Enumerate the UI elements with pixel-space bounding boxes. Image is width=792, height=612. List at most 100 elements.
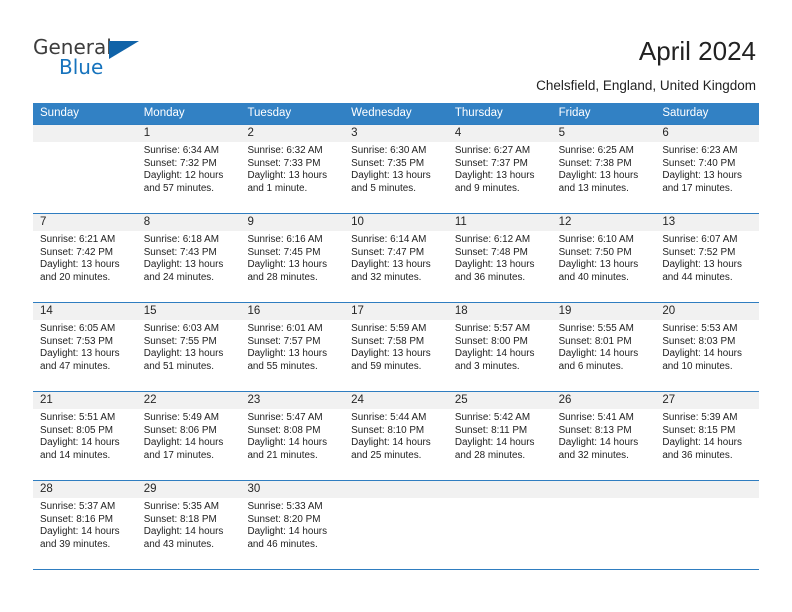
- weekday-header-monday: Monday: [143, 107, 185, 119]
- day-cell[interactable]: 17 Sunrise: 5:59 AM Sunset: 7:58 PM Dayl…: [344, 303, 448, 391]
- daylight-text: Daylight: 14 hours and 10 minutes.: [662, 348, 742, 372]
- logo-triangle-icon: [109, 41, 139, 59]
- day-cell[interactable]: 18 Sunrise: 5:57 AM Sunset: 8:00 PM Dayl…: [447, 303, 552, 391]
- day-number: 18: [447, 303, 552, 320]
- day-number: 28: [33, 481, 137, 498]
- day-cell[interactable]: 8 Sunrise: 6:18 AM Sunset: 7:43 PM Dayli…: [136, 214, 241, 302]
- day-number: 17: [344, 303, 448, 320]
- day-number: 25: [447, 392, 552, 409]
- sunset-text: Sunset: 8:10 PM: [351, 424, 425, 436]
- daylight-text: Daylight: 14 hours and 43 minutes.: [143, 526, 224, 550]
- day-number: [447, 481, 552, 498]
- day-cell[interactable]: 4 Sunrise: 6:27 AM Sunset: 7:37 PM Dayli…: [447, 125, 552, 213]
- day-cell[interactable]: [655, 481, 760, 569]
- day-cell[interactable]: 10 Sunrise: 6:14 AM Sunset: 7:47 PM Dayl…: [344, 214, 448, 302]
- sunrise-text: Sunrise: 6:14 AM: [351, 234, 427, 245]
- day-cell[interactable]: 9 Sunrise: 6:16 AM Sunset: 7:45 PM Dayli…: [240, 214, 345, 302]
- sunset-text: Sunset: 7:40 PM: [662, 157, 736, 169]
- day-cell[interactable]: 23 Sunrise: 5:47 AM Sunset: 8:08 PM Dayl…: [240, 392, 345, 480]
- daylight-text: Daylight: 14 hours and 17 minutes.: [143, 437, 224, 461]
- day-number: 1: [136, 125, 241, 142]
- day-details: [552, 498, 656, 501]
- day-number: 11: [447, 214, 552, 231]
- day-cell[interactable]: 7 Sunrise: 6:21 AM Sunset: 7:42 PM Dayli…: [33, 214, 137, 302]
- sunset-text: Sunset: 8:00 PM: [454, 335, 528, 347]
- sunrise-text: Sunrise: 6:21 AM: [40, 234, 116, 245]
- sunrise-text: Sunrise: 6:03 AM: [143, 323, 219, 334]
- daylight-text: Daylight: 14 hours and 25 minutes.: [351, 437, 431, 461]
- day-cell[interactable]: 6 Sunrise: 6:23 AM Sunset: 7:40 PM Dayli…: [655, 125, 760, 213]
- sunset-text: Sunset: 8:16 PM: [40, 513, 114, 525]
- day-number: 8: [136, 214, 241, 231]
- day-details: Sunrise: 6:32 AM Sunset: 7:33 PM Dayligh…: [240, 142, 344, 195]
- day-cell[interactable]: 24 Sunrise: 5:44 AM Sunset: 8:10 PM Dayl…: [344, 392, 448, 480]
- page-header: General Blue April 2024 Chelsfield, Engl…: [0, 0, 792, 100]
- day-cell[interactable]: 5 Sunrise: 6:25 AM Sunset: 7:38 PM Dayli…: [551, 125, 656, 213]
- day-details: Sunrise: 5:53 AM Sunset: 8:03 PM Dayligh…: [655, 320, 759, 373]
- day-details: Sunrise: 6:05 AM Sunset: 7:53 PM Dayligh…: [33, 320, 137, 373]
- sunrise-text: Sunrise: 5:42 AM: [454, 412, 531, 423]
- day-details: Sunrise: 5:59 AM Sunset: 7:58 PM Dayligh…: [344, 320, 448, 373]
- calendar-page: General Blue April 2024 Chelsfield, Engl…: [0, 0, 792, 612]
- weekday-header-sunday: Sunday: [40, 107, 80, 119]
- daylight-text: Daylight: 14 hours and 36 minutes.: [662, 437, 742, 461]
- day-cell[interactable]: 3 Sunrise: 6:30 AM Sunset: 7:35 PM Dayli…: [344, 125, 448, 213]
- sunset-text: Sunset: 8:18 PM: [143, 513, 217, 525]
- day-number: 12: [551, 214, 656, 231]
- day-cell[interactable]: 21 Sunrise: 5:51 AM Sunset: 8:05 PM Dayl…: [33, 392, 137, 480]
- day-number: 2: [240, 125, 345, 142]
- calendar-table: Sunday Monday Tuesday Wednesday Thursday…: [33, 103, 760, 570]
- day-cell[interactable]: 15 Sunrise: 6:03 AM Sunset: 7:55 PM Dayl…: [136, 303, 241, 391]
- day-cell[interactable]: 13 Sunrise: 6:07 AM Sunset: 7:52 PM Dayl…: [655, 214, 760, 302]
- day-cell[interactable]: [447, 481, 552, 569]
- day-details: Sunrise: 5:57 AM Sunset: 8:00 PM Dayligh…: [448, 320, 552, 373]
- day-cell[interactable]: 26 Sunrise: 5:41 AM Sunset: 8:13 PM Dayl…: [551, 392, 656, 480]
- daylight-text: Daylight: 14 hours and 21 minutes.: [247, 437, 328, 461]
- day-number: 27: [655, 392, 760, 409]
- day-cell[interactable]: 25 Sunrise: 5:42 AM Sunset: 8:11 PM Dayl…: [447, 392, 552, 480]
- sunset-text: Sunset: 7:53 PM: [40, 335, 114, 347]
- day-cell[interactable]: 22 Sunrise: 5:49 AM Sunset: 8:06 PM Dayl…: [136, 392, 241, 480]
- sunset-text: Sunset: 7:50 PM: [558, 246, 632, 258]
- daylight-text: Daylight: 13 hours and 24 minutes.: [143, 259, 224, 283]
- day-cell[interactable]: 2 Sunrise: 6:32 AM Sunset: 7:33 PM Dayli…: [240, 125, 345, 213]
- day-cell[interactable]: 14 Sunrise: 6:05 AM Sunset: 7:53 PM Dayl…: [33, 303, 137, 391]
- sunrise-text: Sunrise: 5:41 AM: [558, 412, 634, 423]
- sunset-text: Sunset: 8:13 PM: [558, 424, 632, 436]
- day-details: Sunrise: 5:51 AM Sunset: 8:05 PM Dayligh…: [33, 409, 137, 462]
- sunrise-text: Sunrise: 5:51 AM: [40, 412, 116, 423]
- day-cell[interactable]: 16 Sunrise: 6:01 AM Sunset: 7:57 PM Dayl…: [240, 303, 345, 391]
- day-cell[interactable]: 11 Sunrise: 6:12 AM Sunset: 7:48 PM Dayl…: [447, 214, 552, 302]
- sunrise-text: Sunrise: 5:35 AM: [143, 501, 219, 512]
- day-details: Sunrise: 6:01 AM Sunset: 7:57 PM Dayligh…: [240, 320, 344, 373]
- day-details: Sunrise: 6:27 AM Sunset: 7:37 PM Dayligh…: [448, 142, 552, 195]
- day-number: 15: [136, 303, 241, 320]
- day-number: 20: [655, 303, 760, 320]
- daylight-text: Daylight: 14 hours and 39 minutes.: [40, 526, 120, 550]
- daylight-text: Daylight: 13 hours and 59 minutes.: [351, 348, 431, 372]
- day-details: Sunrise: 5:49 AM Sunset: 8:06 PM Dayligh…: [137, 409, 241, 462]
- day-number: 13: [655, 214, 760, 231]
- day-cell[interactable]: [33, 125, 137, 213]
- sunrise-text: Sunrise: 5:39 AM: [662, 412, 738, 423]
- sunrise-text: Sunrise: 6:18 AM: [143, 234, 219, 245]
- day-cell[interactable]: 19 Sunrise: 5:55 AM Sunset: 8:01 PM Dayl…: [551, 303, 656, 391]
- day-number: [655, 481, 760, 498]
- day-cell[interactable]: [551, 481, 656, 569]
- day-cell[interactable]: 1 Sunrise: 6:34 AM Sunset: 7:32 PM Dayli…: [136, 125, 241, 213]
- day-cell[interactable]: 28 Sunrise: 5:37 AM Sunset: 8:16 PM Dayl…: [33, 481, 137, 569]
- day-cell[interactable]: 30 Sunrise: 5:33 AM Sunset: 8:20 PM Dayl…: [240, 481, 345, 569]
- day-cell[interactable]: [344, 481, 448, 569]
- day-cell[interactable]: 29 Sunrise: 5:35 AM Sunset: 8:18 PM Dayl…: [136, 481, 241, 569]
- weekday-header-tuesday: Tuesday: [247, 107, 292, 119]
- day-details: Sunrise: 6:14 AM Sunset: 7:47 PM Dayligh…: [344, 231, 448, 284]
- general-blue-logo[interactable]: General Blue: [33, 36, 153, 84]
- day-cell[interactable]: 27 Sunrise: 5:39 AM Sunset: 8:15 PM Dayl…: [655, 392, 760, 480]
- day-cell[interactable]: 12 Sunrise: 6:10 AM Sunset: 7:50 PM Dayl…: [551, 214, 656, 302]
- sunrise-text: Sunrise: 6:34 AM: [143, 145, 219, 156]
- sunset-text: Sunset: 7:55 PM: [143, 335, 217, 347]
- day-cell[interactable]: 20 Sunrise: 5:53 AM Sunset: 8:03 PM Dayl…: [655, 303, 760, 391]
- sunrise-text: Sunrise: 6:10 AM: [558, 234, 634, 245]
- sunrise-text: Sunrise: 5:55 AM: [558, 323, 634, 334]
- sunset-text: Sunset: 7:45 PM: [247, 246, 321, 258]
